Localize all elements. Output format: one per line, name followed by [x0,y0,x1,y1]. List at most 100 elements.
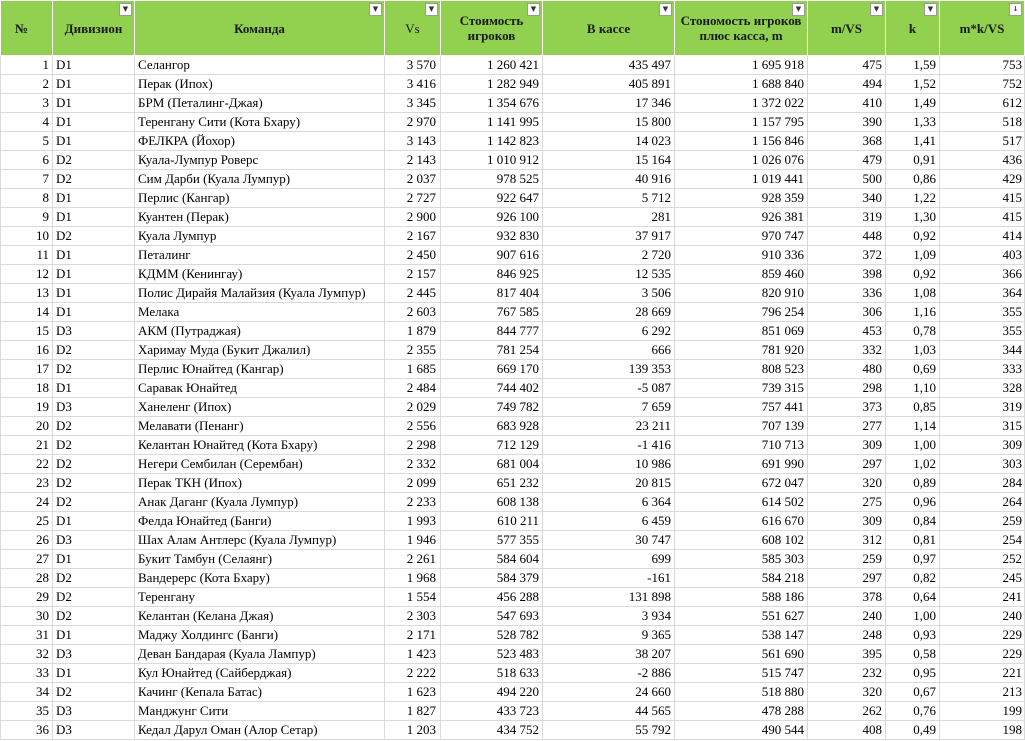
cell-team[interactable]: Сим Дарби (Куала Лумпур) [134,169,385,189]
cell-mvs[interactable]: 309 [807,435,886,455]
cell-k[interactable]: 0,93 [885,625,940,645]
cell-cost[interactable]: 1 010 912 [440,150,543,170]
cell-k[interactable]: 1,16 [885,302,940,322]
cell-vs[interactable]: 2 233 [384,492,441,512]
cell-total[interactable]: 1 026 076 [674,150,808,170]
cell-cost[interactable]: 744 402 [440,378,543,398]
cell-cash[interactable]: 281 [542,207,675,227]
cell-cost[interactable]: 749 782 [440,397,543,417]
cell-team[interactable]: Букит Тамбун (Селаянг) [134,549,385,569]
cell-total[interactable]: 796 254 [674,302,808,322]
cell-team[interactable]: БРМ (Петалинг-Джая) [134,93,385,113]
cell-division[interactable]: D3 [52,701,135,721]
cell-vs[interactable]: 3 416 [384,74,441,94]
cell-cost[interactable]: 907 616 [440,245,543,265]
cell-num[interactable]: 5 [0,131,53,151]
cell-total[interactable]: 808 523 [674,359,808,379]
cell-k[interactable]: 1,03 [885,340,940,360]
cell-mkvs[interactable]: 753 [939,55,1025,75]
cell-cost[interactable]: 681 004 [440,454,543,474]
cell-vs[interactable]: 2 029 [384,397,441,417]
cell-cost[interactable]: 767 585 [440,302,543,322]
cell-vs[interactable]: 1 203 [384,720,441,740]
cell-team[interactable]: Перак (Ипох) [134,74,385,94]
cell-mvs[interactable]: 259 [807,549,886,569]
cell-mkvs[interactable]: 415 [939,207,1025,227]
cell-division[interactable]: D2 [52,587,135,607]
filter-dropdown-icon[interactable]: ▼ [425,3,438,16]
cell-cost[interactable]: 922 647 [440,188,543,208]
cell-cash[interactable]: -5 087 [542,378,675,398]
cell-division[interactable]: D3 [52,530,135,550]
cell-division[interactable]: D1 [52,283,135,303]
cell-mkvs[interactable]: 315 [939,416,1025,436]
cell-cash[interactable]: 37 917 [542,226,675,246]
cell-mkvs[interactable]: 319 [939,397,1025,417]
cell-mkvs[interactable]: 355 [939,321,1025,341]
cell-num[interactable]: 26 [0,530,53,550]
cell-division[interactable]: D1 [52,245,135,265]
cell-mkvs[interactable]: 252 [939,549,1025,569]
cell-vs[interactable]: 1 993 [384,511,441,531]
cell-mkvs[interactable]: 612 [939,93,1025,113]
cell-vs[interactable]: 2 171 [384,625,441,645]
cell-cash[interactable]: 44 565 [542,701,675,721]
cell-cash[interactable]: 38 207 [542,644,675,664]
cell-cash[interactable]: -161 [542,568,675,588]
cell-total[interactable]: 551 627 [674,606,808,626]
cell-team[interactable]: Куала-Лумпур Роверс [134,150,385,170]
cell-division[interactable]: D2 [52,150,135,170]
cell-team[interactable]: Мелавати (Пенанг) [134,416,385,436]
cell-k[interactable]: 0,84 [885,511,940,531]
cell-k[interactable]: 1,30 [885,207,940,227]
cell-mvs[interactable]: 297 [807,454,886,474]
cell-mkvs[interactable]: 429 [939,169,1025,189]
cell-total[interactable]: 928 359 [674,188,808,208]
cell-cash[interactable]: 3 934 [542,606,675,626]
cell-division[interactable]: D2 [52,340,135,360]
cell-cash[interactable]: 23 211 [542,416,675,436]
cell-cost[interactable]: 610 211 [440,511,543,531]
cell-cost[interactable]: 1 354 676 [440,93,543,113]
cell-team[interactable]: ФЕЛКРА (Йохор) [134,131,385,151]
cell-num[interactable]: 25 [0,511,53,531]
cell-total[interactable]: 614 502 [674,492,808,512]
cell-division[interactable]: D1 [52,549,135,569]
cell-mkvs[interactable]: 403 [939,245,1025,265]
cell-division[interactable]: D1 [52,207,135,227]
cell-mvs[interactable]: 372 [807,245,886,265]
cell-cost[interactable]: 528 782 [440,625,543,645]
cell-cash[interactable]: 40 916 [542,169,675,189]
cell-vs[interactable]: 2 261 [384,549,441,569]
cell-total[interactable]: 538 147 [674,625,808,645]
cell-num[interactable]: 2 [0,74,53,94]
cell-k[interactable]: 1,10 [885,378,940,398]
cell-num[interactable]: 4 [0,112,53,132]
cell-division[interactable]: D2 [52,169,135,189]
cell-mkvs[interactable]: 436 [939,150,1025,170]
cell-mvs[interactable]: 453 [807,321,886,341]
cell-division[interactable]: D1 [52,663,135,683]
cell-mvs[interactable]: 500 [807,169,886,189]
cell-division[interactable]: D1 [52,188,135,208]
cell-team[interactable]: Перак ТКН (Ипох) [134,473,385,493]
cell-num[interactable]: 21 [0,435,53,455]
cell-division[interactable]: D2 [52,492,135,512]
cell-mvs[interactable]: 240 [807,606,886,626]
cell-mvs[interactable]: 319 [807,207,886,227]
cell-cash[interactable]: 14 023 [542,131,675,151]
cell-cash[interactable]: 17 346 [542,93,675,113]
cell-num[interactable]: 13 [0,283,53,303]
cell-k[interactable]: 0,97 [885,549,940,569]
cell-vs[interactable]: 1 968 [384,568,441,588]
cell-total[interactable]: 588 186 [674,587,808,607]
cell-cash[interactable]: 666 [542,340,675,360]
cell-division[interactable]: D2 [52,473,135,493]
cell-total[interactable]: 515 747 [674,663,808,683]
cell-cost[interactable]: 781 254 [440,340,543,360]
cell-cost[interactable]: 926 100 [440,207,543,227]
cell-cost[interactable]: 584 379 [440,568,543,588]
cell-k[interactable]: 0,49 [885,720,940,740]
cell-mkvs[interactable]: 241 [939,587,1025,607]
cell-cash[interactable]: -2 886 [542,663,675,683]
